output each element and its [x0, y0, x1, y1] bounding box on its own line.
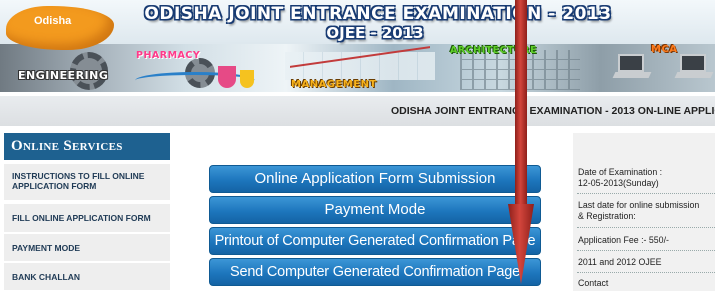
info-divider	[577, 193, 715, 194]
last-date-label: Last date for online submission	[578, 200, 700, 210]
banner-subtitle: OJEE - 2013	[326, 24, 424, 42]
laptop-icon	[618, 54, 644, 72]
payment-mode-button[interactable]: Payment Mode	[209, 196, 541, 224]
laptop-base	[674, 72, 714, 78]
info-divider	[577, 272, 715, 273]
application-fee: Application Fee :- 550/-	[578, 235, 669, 245]
tag-mca: MCA	[651, 44, 678, 55]
printout-confirmation-button[interactable]: Printout of Computer Generated Confirmat…	[209, 227, 541, 255]
tag-pharmacy: PHARMACY	[136, 50, 201, 61]
main-action-buttons: Online Application Form Submission Payme…	[209, 165, 541, 289]
sidebar-item-fill-application[interactable]: FILL ONLINE APPLICATION FORM	[4, 204, 170, 234]
marquee-text: ODISHA JOINT ENTRANCE EXAMINATION - 2013…	[391, 105, 715, 117]
banner-title: ODISHA JOINT ENTRANCE EXAMINATION - 2013	[144, 4, 612, 24]
info-panel: Date of Examination : 12-05-2013(Sunday)…	[573, 133, 715, 291]
announcement-marquee: ODISHA JOINT ENTRANCE EXAMINATION - 2013…	[0, 96, 715, 126]
state-label: Odisha	[34, 15, 72, 27]
sidebar-item-payment-mode[interactable]: PAYMENT MODE	[4, 234, 170, 263]
exam-date-value: 12-05-2013(Sunday)	[578, 178, 659, 188]
previous-ojee-link[interactable]: 2011 and 2012 OJEE	[578, 257, 715, 268]
last-date-value: & Registration:	[578, 211, 636, 221]
header-banner: Odisha ODISHA JOINT ENTRANCE EXAMINATION…	[0, 0, 715, 92]
flask-icon	[218, 66, 236, 88]
info-divider	[577, 227, 715, 228]
tag-management: MANAGEMENT	[291, 79, 377, 90]
banner-cable-graphic	[135, 72, 255, 89]
red-down-arrow-icon	[508, 0, 534, 284]
online-services-sidebar: Online Services INSTRUCTIONS TO FILL ONL…	[4, 133, 170, 292]
flask-icon	[240, 70, 254, 88]
exam-date-label: Date of Examination :	[578, 167, 663, 177]
tag-engineering: ENGINEERING	[18, 69, 109, 82]
laptop-icon	[680, 54, 706, 72]
sidebar-item-bank-challan[interactable]: BANK CHALLAN	[4, 263, 170, 292]
online-application-form-button[interactable]: Online Application Form Submission	[209, 165, 541, 193]
contact-link[interactable]: Contact	[578, 278, 715, 289]
send-confirmation-button[interactable]: Send Computer Generated Confirmation Pag…	[209, 258, 541, 286]
sidebar-header: Online Services	[4, 133, 170, 160]
laptop-base	[612, 72, 652, 78]
odisha-map-icon	[6, 6, 114, 50]
info-divider	[577, 250, 715, 251]
sidebar-item-instructions[interactable]: INSTRUCTIONS TO FILL ONLINE APPLICATION …	[4, 164, 170, 202]
